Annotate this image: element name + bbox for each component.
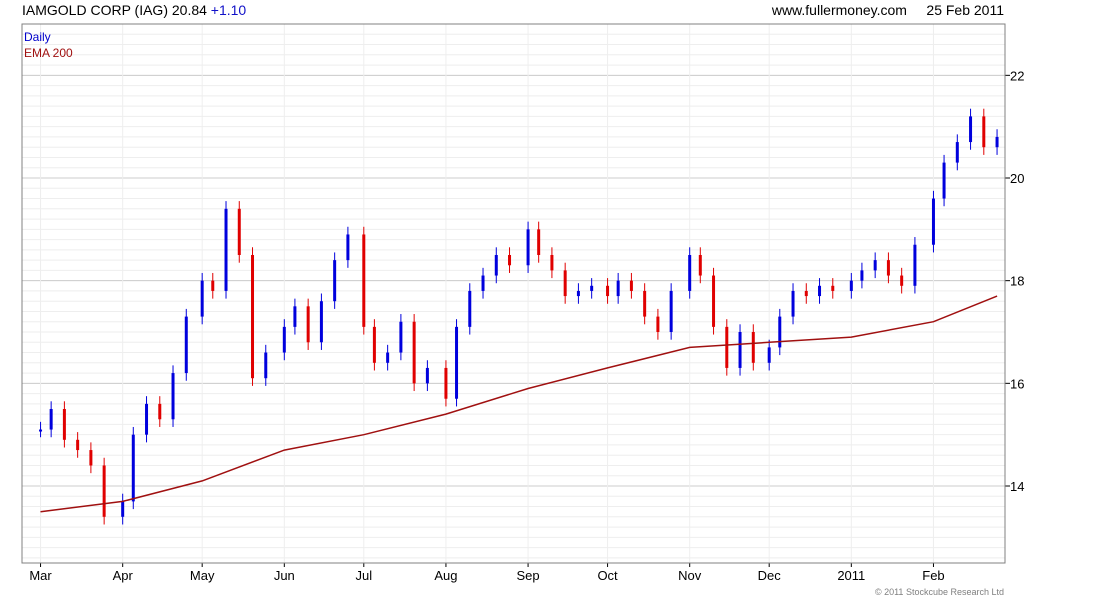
- candle-body: [76, 439, 80, 451]
- candle-body: [211, 280, 215, 291]
- candle-body: [931, 198, 935, 245]
- x-tick-label: Mar: [29, 568, 52, 583]
- y-tick-label: 16: [1010, 376, 1024, 391]
- candle-body: [669, 290, 673, 332]
- candle-body: [39, 429, 43, 432]
- candle-body: [606, 285, 610, 297]
- candle-body: [49, 409, 53, 430]
- candle-body: [264, 352, 268, 379]
- candle-body: [712, 275, 716, 327]
- candle-body: [89, 450, 93, 466]
- candle-body: [62, 409, 66, 440]
- x-tick-label: Dec: [758, 568, 782, 583]
- candle-body: [751, 332, 755, 363]
- copyright-notice: © 2011 Stockcube Research Ltd: [874, 587, 1004, 597]
- candle-body: [576, 290, 580, 297]
- candle-body: [145, 403, 149, 435]
- candle-body: [293, 306, 297, 327]
- candle-body: [849, 280, 853, 291]
- candle-body: [688, 255, 692, 291]
- candle-body: [767, 347, 771, 363]
- candle-body: [362, 234, 366, 327]
- candle-body: [306, 306, 310, 343]
- candle-body: [550, 255, 554, 271]
- candle-body: [982, 116, 986, 148]
- candle-body: [425, 367, 429, 384]
- y-tick-label: 18: [1010, 274, 1024, 289]
- legend-daily: Daily: [24, 30, 51, 44]
- x-tick-label: Nov: [678, 568, 702, 583]
- x-tick-label: Sep: [517, 568, 540, 583]
- price-chart: 14 16 18 20 22 Mar Apr May Jun Jul Aug Sep Oct Nov Dec…: [21, 23, 1024, 583]
- candle-body: [468, 290, 472, 327]
- candle-body: [224, 208, 228, 291]
- candle-body: [886, 260, 890, 276]
- candle-body: [590, 285, 594, 291]
- candle-body: [725, 326, 729, 368]
- candle-body: [698, 255, 702, 276]
- candle-body: [251, 255, 255, 379]
- candle-body: [508, 255, 512, 266]
- candle-body: [656, 316, 660, 332]
- x-tick-label: Jun: [274, 568, 295, 583]
- candle-body: [900, 275, 904, 286]
- candle-body: [494, 255, 498, 276]
- x-tick-label: Jul: [355, 568, 372, 583]
- candle-body: [102, 465, 106, 517]
- x-tick-label: Feb: [922, 568, 944, 583]
- candle-body: [399, 321, 403, 353]
- candle-body: [131, 434, 135, 502]
- candle-body: [412, 321, 416, 384]
- plot-frame: [21, 23, 1006, 564]
- candle-body: [200, 280, 204, 317]
- candle-body: [955, 142, 959, 163]
- candle-body: [563, 270, 567, 297]
- candle-body: [873, 260, 877, 271]
- candle-body: [282, 326, 286, 353]
- candle-body: [444, 367, 448, 399]
- candle-body: [995, 136, 999, 148]
- candle-body: [319, 301, 323, 343]
- candle-body: [738, 332, 742, 368]
- candle-body: [616, 280, 620, 297]
- candle-body: [455, 326, 459, 399]
- candle-body: [778, 316, 782, 348]
- candle-body: [333, 260, 337, 302]
- candle-body: [237, 208, 241, 255]
- x-tick-label: Apr: [113, 568, 134, 583]
- candle-body: [804, 290, 808, 297]
- x-tick-label: 2011: [837, 568, 865, 583]
- candle-body: [372, 326, 376, 363]
- candle-body: [818, 285, 822, 297]
- legend-ema: EMA 200: [24, 46, 73, 60]
- candle-body: [831, 285, 835, 291]
- candle-body: [860, 270, 864, 281]
- candle-body: [121, 501, 125, 517]
- candle-body: [791, 290, 795, 317]
- candle-body: [171, 373, 175, 420]
- x-tick-label: May: [190, 568, 215, 583]
- candle-body: [942, 162, 946, 199]
- y-tick-label: 22: [1010, 68, 1024, 83]
- candle-body: [537, 229, 541, 255]
- candle-body: [643, 290, 647, 317]
- y-tick-label: 14: [1010, 479, 1024, 494]
- candle-body: [969, 116, 973, 143]
- candle-body: [184, 316, 188, 374]
- candle-body: [158, 403, 162, 420]
- x-tick-label: Aug: [434, 568, 457, 583]
- candle-body: [629, 280, 633, 291]
- candle-body: [481, 275, 485, 291]
- x-tick-label: Oct: [597, 568, 618, 583]
- candle-body: [386, 352, 390, 363]
- candle-body: [526, 229, 530, 266]
- y-tick-label: 20: [1010, 171, 1024, 186]
- candle-body: [346, 234, 350, 261]
- candle-body: [913, 244, 917, 286]
